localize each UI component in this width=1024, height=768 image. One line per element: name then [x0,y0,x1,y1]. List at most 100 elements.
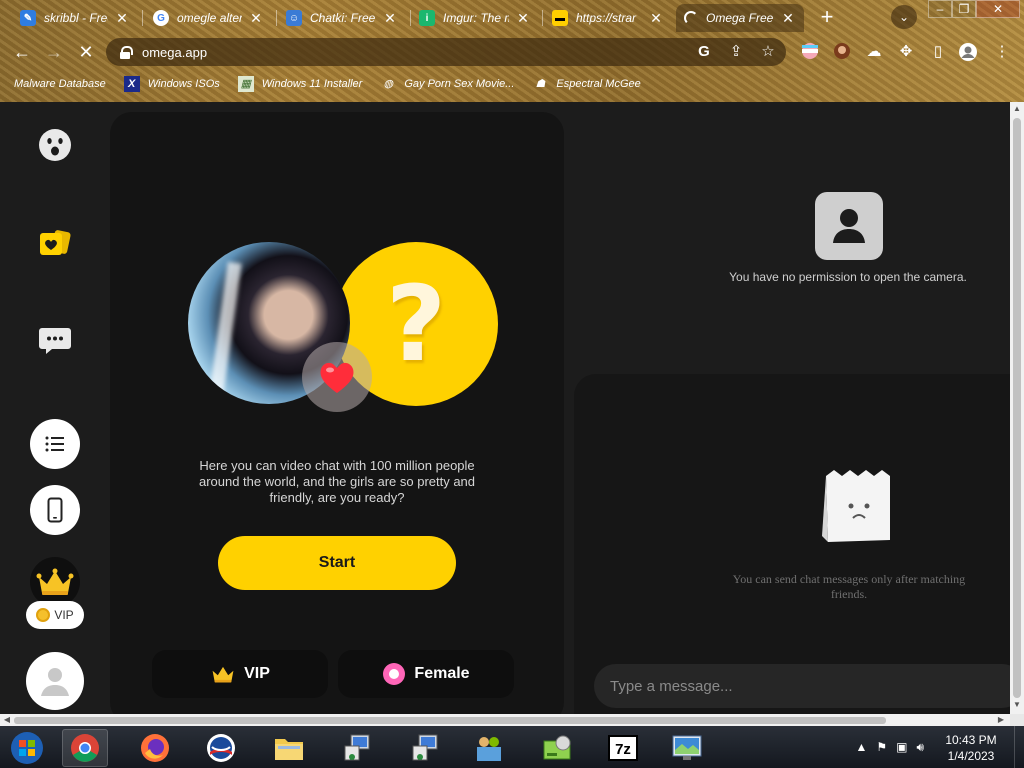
svg-text:7z: 7z [615,741,631,758]
heart-cards-icon [40,230,71,255]
bookmark-gay-porn-sex-movie[interactable]: ◍ Gay Porn Sex Movie... [380,76,515,92]
tab-strangers[interactable]: ▬ https://strar ✕ [544,4,672,32]
close-icon[interactable]: ✕ [382,10,398,27]
tab-chatki[interactable]: ☺ Chatki: Free ✕ [278,4,406,32]
new-tab-button[interactable]: + [814,6,840,30]
close-icon[interactable]: ✕ [114,10,130,27]
x-logo-icon: X [123,76,140,92]
clock-time: 10:43 PM [945,733,997,747]
coin-icon [36,608,51,622]
file-explorer-icon[interactable] [266,729,312,767]
image-icon: ▦ [237,76,254,92]
scroll-down-arrow-icon[interactable]: ▼ [1012,700,1022,710]
vip-badge-label: VIP [54,608,74,622]
forward-button[interactable]: → [42,40,66,64]
bookmark-espectral-mcgee[interactable]: ☗ Espectral McGee [532,76,640,92]
tab-separator [142,10,143,26]
heart-bubble [302,342,372,412]
action-center-flag-icon[interactable]: ⚑ [876,740,887,755]
bookmark-windows-isos[interactable]: X Windows ISOs [123,76,220,92]
sidebar-random-chat[interactable] [30,120,80,170]
clock-date: 1/4/2023 [947,749,995,763]
camera-placeholder [815,192,883,260]
cloud-extension-icon[interactable]: ☁ [864,42,884,62]
firefox-icon[interactable] [132,729,178,767]
back-button[interactable]: ← [10,40,34,64]
system-clock[interactable]: 10:43 PM 1/4/2023 [936,732,1006,764]
disk-cleanup-icon[interactable] [534,729,580,767]
horizontal-scrollbar[interactable]: ◀ ▶ [0,714,1010,726]
bookmark-windows-11-installer[interactable]: ▦ Windows 11 Installer [237,76,363,92]
left-sidebar: VIP [0,102,110,714]
minimize-button[interactable]: – [928,0,952,18]
profile-icon[interactable] [958,42,978,62]
globe-icon: ◍ [383,78,394,90]
remote-desktop-icon[interactable] [664,729,710,767]
tab-omegle-alternatives[interactable]: G omegle altern ✕ [145,4,272,32]
tab-search-button[interactable]: ⌄ [891,5,917,29]
vip-filter-button[interactable]: VIP [152,650,328,698]
volume-icon[interactable]: 🔊︎ [916,740,924,755]
close-icon[interactable]: ✕ [248,10,264,27]
google-lens-icon[interactable]: G [694,42,714,62]
heart-icon [320,362,354,393]
flag-extension-icon[interactable] [800,42,820,62]
network-computer-icon[interactable] [334,729,380,767]
address-bar[interactable]: omega.app G ⇪ ☆ [106,38,786,66]
crown-icon [212,666,234,683]
start-orb-icon[interactable] [4,729,50,767]
vip-badge[interactable]: VIP [26,601,84,629]
stop-loading-button[interactable]: ✕ [74,40,98,64]
close-icon[interactable]: ✕ [780,10,796,27]
screen: ✎ skribbl - Free ✕ G omegle altern ✕ ☺ C… [0,0,1024,768]
sidebar-vip[interactable] [30,557,80,607]
bookmark-malware-database[interactable]: Malware Database [14,78,106,90]
network-computer-icon[interactable] [402,729,448,767]
show-hidden-icons-icon[interactable]: ▲ [855,740,867,755]
tab-imgur[interactable]: i Imgur: The m ✕ [411,4,539,32]
chatki-icon: ☺ [286,10,302,26]
start-card: ? Here you can video chat with 100 milli… [110,112,564,714]
horizontal-scroll-thumb[interactable] [14,717,886,724]
tab-title: Chatki: Free [310,11,376,25]
close-window-button[interactable]: ✕ [976,0,1020,18]
start-button[interactable]: Start [218,536,456,590]
bookmark-star-icon[interactable]: ☆ [758,42,778,62]
close-icon[interactable]: ✕ [648,10,664,27]
message-input[interactable] [594,664,1010,708]
sidebar-list[interactable] [30,419,80,469]
chrome-icon[interactable] [62,729,108,767]
windows-taskbar: 7z ▲ ⚑ ▣ 🔊︎ 10:43 PM 1/4/2023 [0,726,1024,768]
scroll-right-arrow-icon[interactable]: ▶ [996,715,1006,725]
avatar-extension-icon[interactable] [832,42,852,62]
show-desktop-button[interactable] [1014,726,1024,768]
network-icon[interactable]: ▣ [896,740,907,755]
tab-skribbl[interactable]: ✎ skribbl - Free ✕ [12,4,138,32]
7zip-icon[interactable]: 7z [600,729,646,767]
vertical-scrollbar[interactable]: ▲ ▼ [1010,102,1024,714]
users-icon[interactable] [466,729,512,767]
female-filter-button[interactable]: Female [338,650,514,698]
sad-paper-bag-icon [822,470,890,542]
sidebar-mobile-app[interactable] [30,485,80,535]
tab-title: omegle altern [177,11,242,25]
side-panel-icon[interactable]: ▯ [928,42,948,62]
vertical-scroll-thumb[interactable] [1013,118,1021,698]
tab-omega[interactable]: Omega Free ✕ [676,4,804,32]
scroll-up-arrow-icon[interactable]: ▲ [1012,104,1022,114]
menu-kebab-icon[interactable]: ⋮ [992,42,1012,62]
obama-logo-icon[interactable] [198,729,244,767]
sidebar-profile[interactable] [26,652,84,710]
close-icon[interactable]: ✕ [515,10,531,27]
bookmark-label: Windows 11 Installer [261,78,363,90]
sidebar-messages[interactable] [30,316,80,366]
restore-button[interactable]: ❐ [952,0,976,18]
female-gender-icon [383,663,406,685]
sidebar-match-cards[interactable] [30,218,80,268]
imgur-icon: i [419,10,435,26]
chat-panel: You can send chat messages only after ma… [574,374,1010,714]
url-text: omega.app [142,44,208,60]
scroll-left-arrow-icon[interactable]: ◀ [2,715,12,725]
extensions-puzzle-icon[interactable]: ✥ [896,42,916,62]
share-icon[interactable]: ⇪ [726,42,746,62]
